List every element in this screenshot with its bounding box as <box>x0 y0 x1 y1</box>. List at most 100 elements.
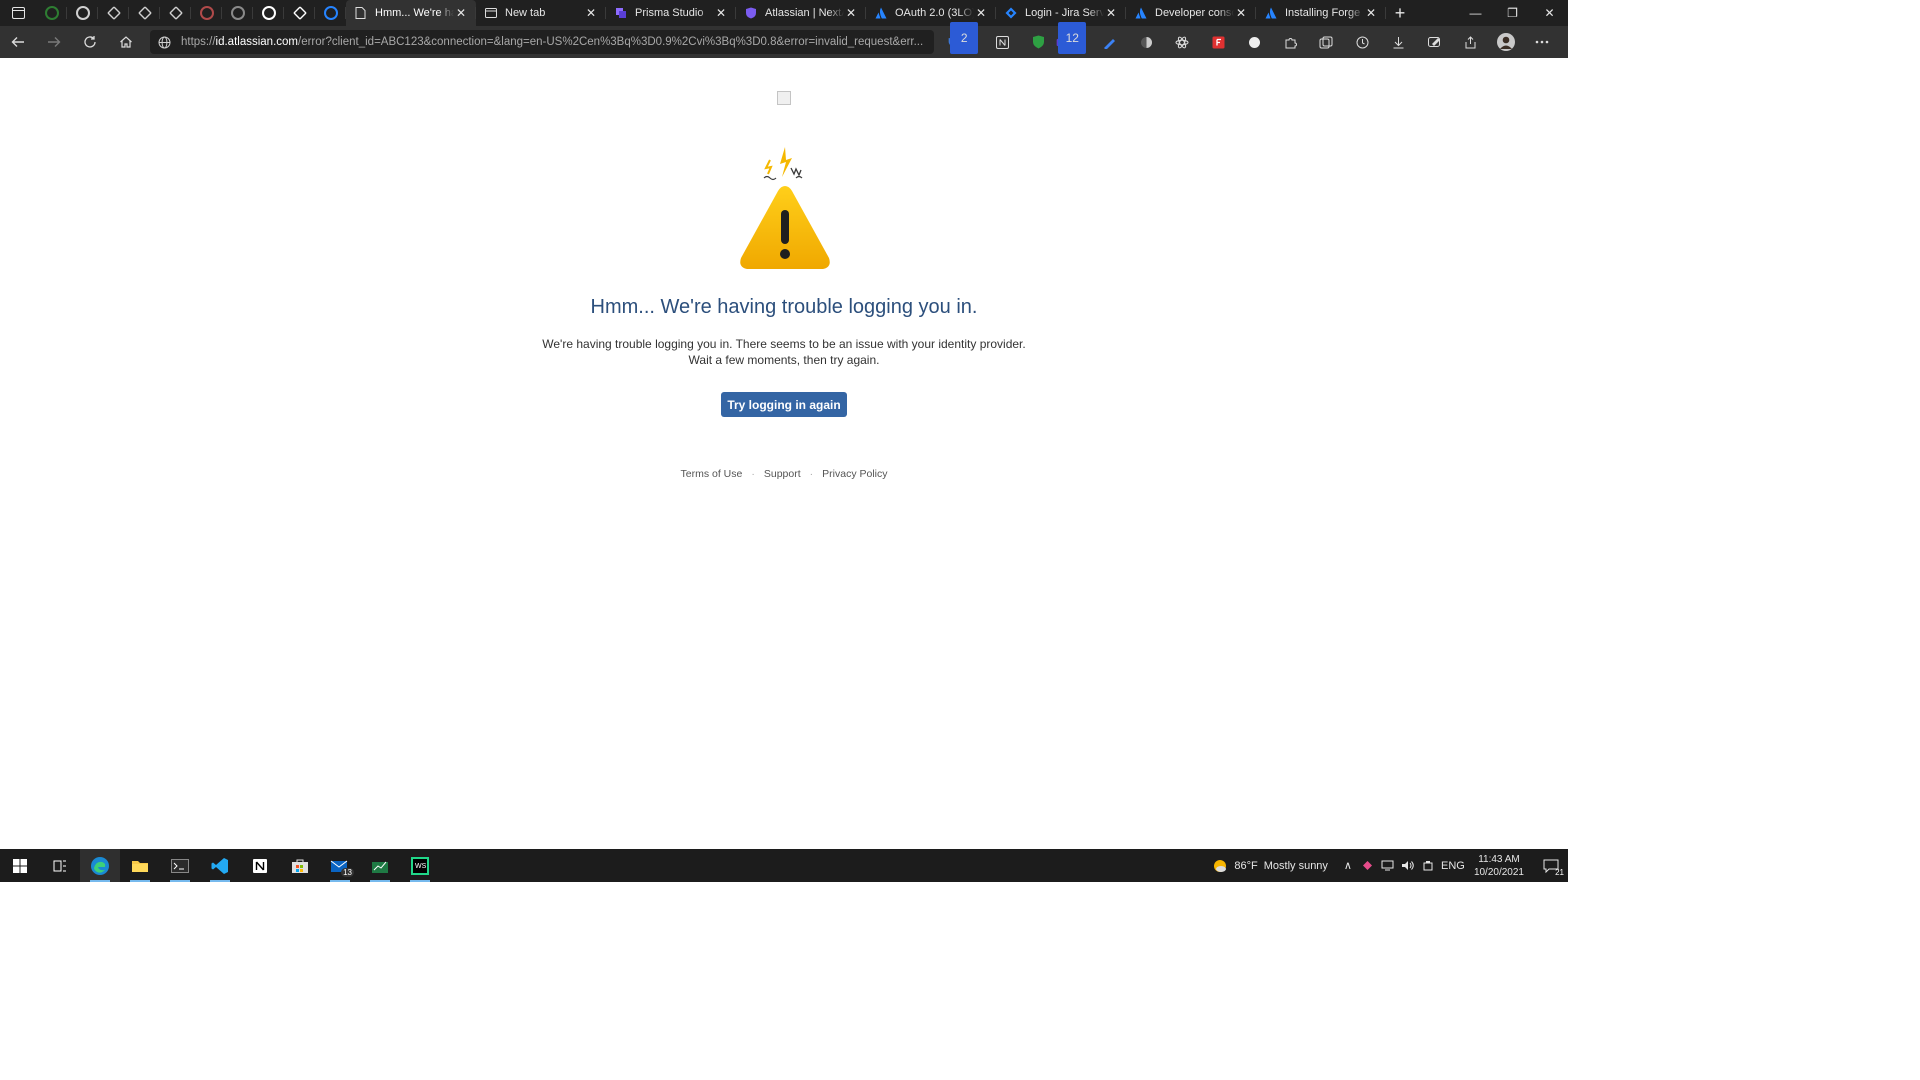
dark-extension-icon[interactable] <box>1128 26 1164 58</box>
system-tray: 86°F Mostly sunny ∧ ENG 11:43 AM 10/20/2… <box>1212 849 1568 882</box>
diamond-1-icon <box>106 6 121 20</box>
red-circle-icon <box>199 6 214 20</box>
notion-taskbar-button[interactable] <box>240 849 280 882</box>
edge-taskbar-button[interactable] <box>80 849 120 882</box>
atlassian-icon <box>874 7 887 20</box>
vscode-button[interactable] <box>200 849 240 882</box>
task-view-button[interactable] <box>40 849 80 882</box>
back-button[interactable] <box>0 26 36 58</box>
diamond-4-icon <box>292 6 307 20</box>
tab-actions-menu-icon[interactable] <box>0 0 36 26</box>
more-menu-icon[interactable] <box>1524 26 1560 58</box>
close-tab-icon[interactable]: ✕ <box>714 6 728 20</box>
colorful-app-tray-icon[interactable] <box>1358 860 1378 871</box>
f-extension-icon[interactable] <box>1200 26 1236 58</box>
tab-title: Atlassian | NextAuth.js <box>765 7 844 19</box>
terminal-button[interactable] <box>160 849 200 882</box>
windows-logo-icon <box>13 858 27 873</box>
restore-icon[interactable]: ❐ <box>1494 0 1531 26</box>
weather-widget[interactable]: 86°F Mostly sunny <box>1212 858 1328 874</box>
react-extension-icon[interactable] <box>1164 26 1200 58</box>
minimize-icon[interactable]: — <box>1457 0 1494 26</box>
downloads-icon[interactable] <box>1380 26 1416 58</box>
refresh-icon <box>84 36 96 48</box>
privacy-link[interactable]: Privacy Policy <box>822 468 887 480</box>
puzzle-extension-icon[interactable] <box>1272 26 1308 58</box>
close-tab-icon[interactable]: ✕ <box>454 6 468 20</box>
pen-extension-icon[interactable] <box>1092 26 1128 58</box>
battery-icon[interactable] <box>1418 860 1438 872</box>
vscode-icon <box>211 857 228 874</box>
prisma-icon <box>614 7 627 20</box>
terms-link[interactable]: Terms of Use <box>681 468 743 480</box>
folder-icon <box>132 860 148 872</box>
edge-icon <box>91 856 109 875</box>
browser-tab[interactable]: Installing Forge on✕ <box>1256 0 1386 26</box>
support-link[interactable]: Support <box>764 468 801 480</box>
home-button[interactable] <box>108 26 144 58</box>
pinned-tab-github[interactable] <box>67 0 98 26</box>
clock[interactable]: 11:43 AM 10/20/2021 <box>1474 853 1524 879</box>
language-indicator[interactable]: ENG <box>1438 860 1468 872</box>
history-icon[interactable] <box>1344 26 1380 58</box>
close-tab-icon[interactable]: ✕ <box>584 6 598 20</box>
purple-extension-icon[interactable]: 12 <box>1056 22 1092 58</box>
circle-extension-icon[interactable] <box>1236 26 1272 58</box>
start-button[interactable] <box>0 849 40 882</box>
url-prefix: https:// <box>181 36 216 48</box>
pinned-tab-blue-x[interactable] <box>315 0 346 26</box>
window-close-icon[interactable]: ✕ <box>1531 0 1568 26</box>
volume-icon[interactable] <box>1398 860 1418 871</box>
weather-temp: 86°F <box>1234 859 1258 872</box>
pinned-tab-notion[interactable] <box>253 0 284 26</box>
back-arrow-icon <box>11 37 24 47</box>
shield-extension-icon[interactable] <box>1020 26 1056 58</box>
pinned-tab-diamond-1[interactable] <box>98 0 129 26</box>
close-tab-icon[interactable]: ✕ <box>1234 6 1248 20</box>
bitwarden-extension-icon[interactable]: 2 <box>948 22 984 58</box>
network-icon[interactable] <box>1378 860 1398 871</box>
pinned-tab-diamond-3[interactable] <box>160 0 191 26</box>
address-bar[interactable]: https://id.atlassian.com/error?client_id… <box>150 30 934 54</box>
chart-app-icon <box>372 861 388 873</box>
url-host: id.atlassian.com <box>215 36 298 48</box>
profile-avatar[interactable] <box>1488 26 1524 58</box>
refresh-button[interactable] <box>72 26 108 58</box>
collections-icon[interactable] <box>1308 26 1344 58</box>
notification-center-button[interactable]: 21 <box>1534 849 1568 882</box>
browser-tab[interactable]: Prisma Studio ✕ <box>606 0 736 26</box>
tab-strip: Hmm... We're having trouble logging you … <box>0 0 1568 26</box>
browser-tab[interactable]: Developer console✕ <box>1126 0 1256 26</box>
file-explorer-button[interactable] <box>120 849 160 882</box>
browser-tab[interactable]: Atlassian | NextAuth.js✕ <box>736 0 866 26</box>
new-tab-button[interactable]: + <box>1386 0 1414 26</box>
pinned-tab-diamond-4[interactable] <box>284 0 315 26</box>
share-icon[interactable] <box>1452 26 1488 58</box>
store-button[interactable] <box>280 849 320 882</box>
pinned-tab-green[interactable] <box>36 0 67 26</box>
browser-tab[interactable]: New tab ✕ <box>476 0 606 26</box>
chevron-up-icon[interactable]: ∧ <box>1338 859 1358 872</box>
close-tab-icon[interactable]: ✕ <box>1364 6 1378 20</box>
notion-extension-icon[interactable] <box>984 26 1020 58</box>
pinned-tab-diamond-2[interactable] <box>129 0 160 26</box>
close-tab-icon[interactable]: ✕ <box>1104 6 1118 20</box>
svg-text:WS: WS <box>415 863 427 870</box>
atlassian-logo-broken-image <box>777 91 791 105</box>
browser-tab[interactable]: Hmm... We're having trouble logging you … <box>346 0 476 26</box>
close-tab-icon[interactable]: ✕ <box>844 6 858 20</box>
close-tab-icon[interactable]: ✕ <box>974 6 988 20</box>
tab-title: Developer console <box>1155 7 1234 19</box>
window-controls: — ❐ ✕ <box>1457 0 1568 26</box>
forward-button[interactable] <box>36 26 72 58</box>
pinned-tab-prism[interactable] <box>222 0 253 26</box>
mail-button[interactable]: 13 <box>320 849 360 882</box>
feedback-icon[interactable] <box>1416 26 1452 58</box>
pinned-tab-red-circle[interactable] <box>191 0 222 26</box>
site-info-icon[interactable] <box>158 36 171 49</box>
new-tab-icon <box>484 7 497 20</box>
app-chart-button[interactable] <box>360 849 400 882</box>
try-again-button[interactable]: Try logging in again <box>721 392 847 417</box>
shield-icon <box>744 7 757 20</box>
webstorm-button[interactable]: WS <box>400 849 440 882</box>
